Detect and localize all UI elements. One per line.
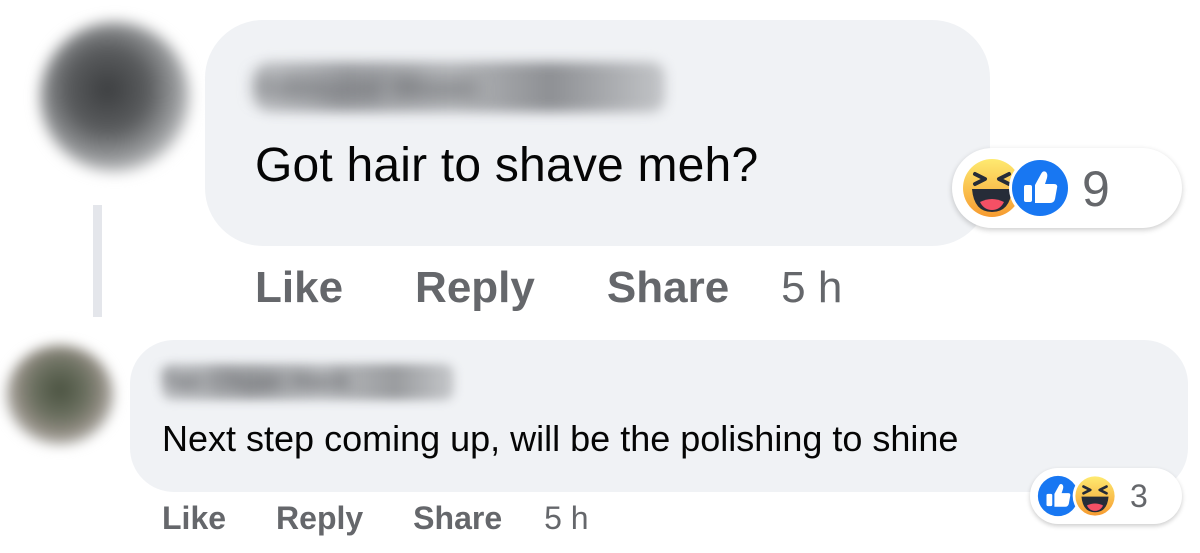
reply-button[interactable]: Reply: [276, 500, 363, 537]
reaction-count: 3: [1130, 478, 1148, 514]
comment-text: Got hair to shave meh?: [255, 139, 759, 192]
timestamp[interactable]: 5 h: [544, 500, 588, 537]
reply-thread-line: [93, 205, 102, 317]
reaction-summary[interactable]: 9: [952, 148, 1182, 228]
haha-icon: [1072, 473, 1118, 519]
comment-bubble: [130, 340, 1188, 492]
avatar[interactable]: [40, 22, 190, 172]
share-button[interactable]: Share: [607, 263, 729, 313]
like-icon: [1009, 157, 1071, 219]
author-name[interactable]: Edmund Moon: [255, 62, 665, 112]
avatar[interactable]: [6, 345, 114, 445]
reply-button[interactable]: Reply: [415, 263, 535, 313]
comment-actions: Like Reply Share 5 h: [162, 496, 589, 540]
comment-bubble: [205, 20, 990, 246]
like-button[interactable]: Like: [162, 500, 226, 537]
author-name[interactable]: Tan Chuan Hock: [162, 364, 454, 400]
reaction-summary[interactable]: 3: [1030, 468, 1182, 524]
comment-actions: Like Reply Share 5 h: [255, 258, 842, 318]
reaction-count: 9: [1082, 161, 1110, 217]
share-button[interactable]: Share: [413, 500, 502, 537]
comment-text: Next step coming up, will be the polishi…: [162, 418, 959, 459]
timestamp[interactable]: 5 h: [781, 263, 842, 313]
like-button[interactable]: Like: [255, 263, 343, 313]
comments-thread: Edmund Moon Got hair to shave meh? 9 Lik…: [0, 0, 1200, 553]
